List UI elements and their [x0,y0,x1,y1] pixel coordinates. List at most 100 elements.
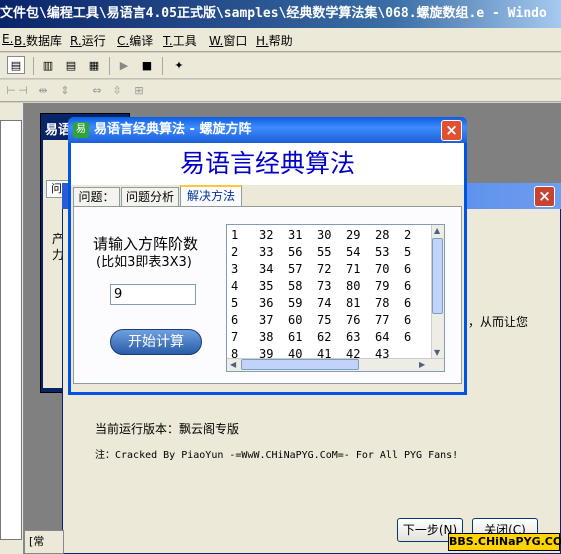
same-height-icon[interactable]: ⇳ [108,81,126,99]
matrix-cell: 42 [346,347,361,358]
menu-item-compile[interactable]: C.编译 [117,32,153,49]
matrix-cell: 31 [288,228,303,242]
order-input[interactable]: 9 [110,284,196,305]
menu-bar: E. B.数据库 R.运行 C.编译 T.工具 W.窗口 H.帮助 [0,28,561,52]
matrix-cell: 2 [231,245,239,259]
matrix-cell: 81 [346,296,361,310]
toolbar: ▤ ▥ ▤ ▦ ▶ ■ ✦ [0,53,561,79]
scroll-left-icon[interactable]: ◀ [230,360,236,369]
background-dialog-text: ，从而让您 [468,315,529,329]
matrix-cell: 59 [288,296,303,310]
matrix-cell: 64 [375,330,390,344]
main-dialog-close-icon[interactable]: × [441,120,462,141]
watermark-badge: BBS.CHiNaPYG.COM [448,533,561,551]
matrix-cell: 6 [231,313,239,327]
layout-top-icon[interactable]: ▤ [62,56,80,74]
tab-solution[interactable]: 解决方法 [180,185,242,207]
matrix-cell: 53 [375,245,390,259]
same-size-icon[interactable]: ⊞ [130,81,148,99]
horizontal-scroll-thumb[interactable] [241,359,359,370]
matrix-cell: 43 [375,347,390,358]
space-horizontal-icon[interactable]: ⇹ [34,81,52,99]
matrix-cell: 5 [404,245,412,259]
menu-item-help[interactable]: H.帮助 [256,32,293,49]
matrix-cell: 62 [317,330,332,344]
layout-left-icon[interactable]: ▥ [39,56,57,74]
app-icon: 易 [73,122,89,138]
align-right-icon[interactable]: ⊣ [14,81,32,99]
matrix-cell: 34 [259,262,274,276]
matrix-cell: 56 [288,245,303,259]
scroll-up-icon[interactable]: ▲ [434,226,440,235]
matrix-cell: 54 [346,245,361,259]
menu-item-window[interactable]: W.窗口 [209,32,247,49]
matrix-cell: 1 [231,228,239,242]
matrix-cell: 8 [231,347,239,358]
same-width-icon[interactable]: ⇔ [88,81,106,99]
start-calc-button[interactable]: 开始计算 [110,329,202,355]
scroll-right-icon[interactable]: ▶ [419,360,425,369]
stop-icon[interactable]: ■ [138,56,156,74]
toolbar-separator [109,57,110,75]
matrix-cell: 7 [231,330,239,344]
matrix-cell: 61 [288,330,303,344]
matrix-cell: 38 [259,330,274,344]
matrix-cell: 77 [375,313,390,327]
matrix-cell: 60 [288,313,303,327]
align-toolbar: ⊢ ⊣ ⇹ ⇕ ⇔ ⇳ ⊞ [0,80,561,102]
matrix-cell: 55 [317,245,332,259]
matrix-row: 3 34 57 72 71 70 6 [227,261,433,278]
matrix-cell: 32 [259,228,274,242]
matrix-row: 7 38 61 62 63 64 6 [227,329,433,346]
main-dialog-title: 易语言经典算法 - 螺旋方阵 [94,122,252,137]
spiral-matrix-grid[interactable]: 1 32 31 30 29 28 2 2 33 56 55 54 53 5 3 34 57 72 71 70 6 4 35 5… [226,224,445,372]
tab-problem[interactable]: 问题： [73,187,120,207]
matrix-cell: 3 [231,262,239,276]
matrix-cell: 6 [404,330,412,344]
matrix-row: 8 39 40 41 42 43 [227,346,433,358]
matrix-cell: 58 [288,279,303,293]
dialog-headline: 易语言经典算法 [71,143,464,185]
bottom-tab[interactable]: [常 [24,530,64,554]
matrix-cell: 70 [375,262,390,276]
layout-grid-icon[interactable]: ▦ [85,56,103,74]
matrix-cell: 78 [375,296,390,310]
matrix-cell: 41 [317,347,332,358]
matrix-cell: 75 [317,313,332,327]
matrix-cell: 29 [346,228,361,242]
find-icon[interactable]: ✦ [170,56,188,74]
matrix-cell: 6 [404,313,412,327]
matrix-cell: 57 [288,262,303,276]
main-dialog-title-bar: 易语言经典算法 - 螺旋方阵 [68,117,467,143]
background-dialog-close-icon[interactable]: × [534,186,555,207]
matrix-cell: 39 [259,347,274,358]
menu-item-edit-partial[interactable]: E. [2,32,13,46]
preview-icon[interactable]: ▤ [7,56,25,74]
vertical-scrollbar[interactable]: ▲ ▼ [431,225,444,358]
matrix-cell: 4 [231,279,239,293]
left-panel-list[interactable] [0,120,22,540]
matrix-cell: 72 [317,262,332,276]
horizontal-scrollbar[interactable]: ◀ ▶ [227,358,444,371]
cracked-note: 注：Cracked By PiaoYun -=WwW.CHiNaPYG.CoM=… [95,450,459,461]
matrix-cell: 2 [404,228,412,242]
matrix-cell: 6 [404,296,412,310]
vertical-scroll-thumb[interactable] [432,238,443,314]
matrix-row: 4 35 58 73 80 79 6 [227,278,433,295]
matrix-cell: 30 [317,228,332,242]
space-vertical-icon[interactable]: ⇕ [56,81,74,99]
matrix-cell: 6 [404,279,412,293]
window-title: 文件包\编程工具\易语言4.05正式版\samples\经典数学算法集\068.… [0,6,547,21]
tab-analysis[interactable]: 问题分析 [121,187,179,207]
matrix-row: 6 37 60 75 76 77 6 [227,312,433,329]
run-icon[interactable]: ▶ [115,56,133,74]
menu-item-database[interactable]: B.数据库 [14,32,62,49]
order-prompt-example: (比如3即表3X3) [96,255,192,270]
matrix-cell: 73 [317,279,332,293]
scroll-down-icon[interactable]: ▼ [434,348,440,357]
matrix-row: 5 36 59 74 81 78 6 [227,295,433,312]
menu-item-run[interactable]: R.运行 [70,32,106,49]
matrix-cell: 71 [346,262,361,276]
menu-item-tools[interactable]: T.工具 [163,32,197,49]
matrix-cell: 28 [375,228,390,242]
